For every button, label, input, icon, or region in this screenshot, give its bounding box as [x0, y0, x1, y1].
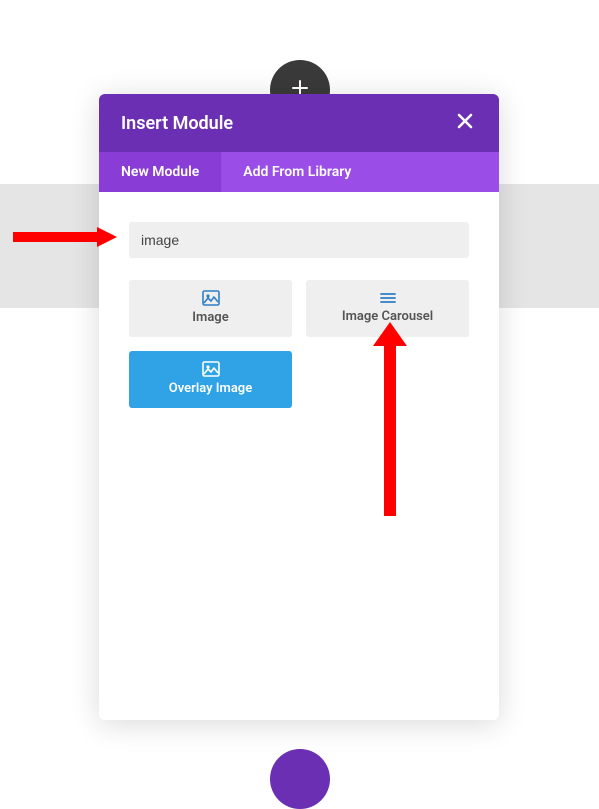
module-image-label: Image: [192, 310, 228, 325]
overlay-image-icon: [202, 361, 220, 377]
tabs: New Module Add From Library: [99, 152, 499, 192]
tab-add-from-library[interactable]: Add From Library: [221, 152, 373, 192]
insert-module-modal: Insert Module New Module Add From Librar…: [99, 94, 499, 720]
close-icon: [457, 110, 473, 135]
carousel-icon: [379, 291, 397, 305]
modal-body: Image Image Carousel Overlay Image: [99, 192, 499, 438]
tab-new-module[interactable]: New Module: [99, 152, 221, 192]
annotation-arrow-right: [13, 227, 117, 247]
modal-header: Insert Module: [99, 94, 499, 152]
image-icon: [202, 290, 220, 306]
module-image[interactable]: Image: [129, 280, 292, 337]
purple-circle-button[interactable]: [270, 749, 330, 809]
module-overlay-image-label: Overlay Image: [169, 381, 252, 396]
close-button[interactable]: [453, 112, 477, 134]
search-input[interactable]: [129, 222, 469, 258]
module-grid: Image Image Carousel Overlay Image: [129, 280, 469, 408]
modal-title: Insert Module: [121, 113, 233, 134]
module-overlay-image[interactable]: Overlay Image: [129, 351, 292, 408]
annotation-arrow-up: [373, 322, 407, 516]
